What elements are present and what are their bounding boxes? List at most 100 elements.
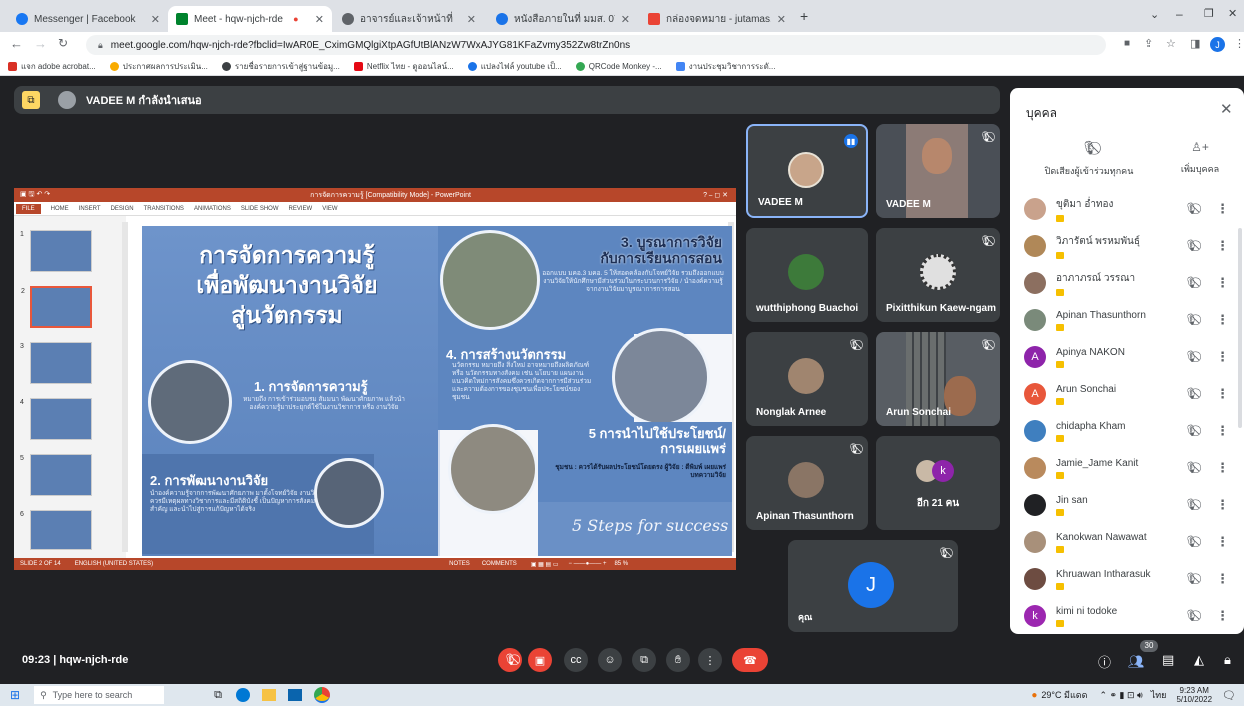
mic-off-icon[interactable]: 🎙︎⃠ <box>1184 350 1198 364</box>
slide-thumbnail[interactable]: 3 <box>20 342 92 384</box>
participant-row[interactable]: Kanokwan Nawawat 🎙︎⃠ ⋮ <box>1024 525 1234 559</box>
slide-thumbnail-selected[interactable]: 2 <box>21 286 92 328</box>
mic-off-icon[interactable]: 🎙︎⃠ <box>1184 387 1198 401</box>
participant-row[interactable]: Khruawan Intharasuk 🎙︎⃠ ⋮ <box>1024 562 1234 596</box>
close-icon[interactable]: ✕ <box>309 13 324 26</box>
close-icon[interactable]: ✕ <box>1220 100 1233 118</box>
bookmark-item[interactable]: แจก adobe acrobat... <box>8 60 96 73</box>
slide-thumbnail[interactable]: 4 <box>20 398 92 440</box>
panel-scrollbar[interactable] <box>1238 228 1242 428</box>
share-icon[interactable]: ⇪ <box>1144 37 1153 50</box>
ribbon-tab[interactable]: VIEW <box>322 206 337 212</box>
ribbon-tab[interactable]: ANIMATIONS <box>194 206 231 212</box>
tab-staff[interactable]: อาจารย์และเจ้าหน้าที่ ✕ <box>334 6 484 32</box>
bookmark-item[interactable]: งานประชุมวิชาการระดั... <box>675 60 775 73</box>
participant-row[interactable]: chidapha Kham 🎙︎⃠ ⋮ <box>1024 414 1234 448</box>
tab-messenger[interactable]: Messenger | Facebook ✕ <box>8 6 168 32</box>
close-icon[interactable]: ✕ <box>145 13 160 26</box>
bookmark-item[interactable]: แปลงไฟล์ youtube เป็... <box>467 60 562 73</box>
mic-off-icon[interactable]: 🎙︎⃠ <box>1184 535 1198 549</box>
mic-off-icon[interactable]: 🎙︎⃠ <box>1184 202 1198 216</box>
more-participants-tile[interactable]: k อีก 21 คน <box>876 436 1000 530</box>
edge-icon[interactable] <box>235 688 250 702</box>
close-icon[interactable]: ✕ <box>461 13 476 26</box>
ribbon-tab[interactable]: DESIGN <box>111 206 134 212</box>
more-options-icon[interactable]: ⋮ <box>1216 534 1229 550</box>
more-options-icon[interactable]: ⋮ <box>1216 312 1229 328</box>
url-field[interactable]: 🔒︎ meet.google.com/hqw-njch-rde?fbclid=I… <box>86 35 1106 55</box>
mic-off-icon[interactable]: 🎙︎⃠ <box>1184 239 1198 253</box>
bookmark-item[interactable]: ประกาศผลการประเมิน... <box>109 60 208 73</box>
bookmark-item[interactable]: รายชื่อรายการเข้าสู่ฐานข้อมู... <box>221 60 340 73</box>
more-options-icon[interactable]: ⋮ <box>1216 349 1229 365</box>
camera-icon[interactable]: ■ <box>1124 38 1130 49</box>
notifications-icon[interactable]: 🗨︎ <box>1222 689 1236 702</box>
thumb-scrollbar[interactable] <box>122 222 128 552</box>
more-options-icon[interactable]: ⋮ <box>1216 238 1229 254</box>
restore-icon[interactable]: ❐ <box>1204 7 1214 20</box>
participant-row[interactable]: อาภาภรณ์ วรรณา 🎙︎⃠ ⋮ <box>1024 266 1234 300</box>
participant-tile[interactable]: 🎙︎⃠ Nonglak Arnee <box>746 332 868 426</box>
participant-row[interactable]: Jin san 🎙︎⃠ ⋮ <box>1024 488 1234 522</box>
taskbar-search-box[interactable]: ⚲ Type here to search <box>34 686 165 704</box>
ribbon-tab-file[interactable]: FILE <box>16 203 41 214</box>
close-icon[interactable]: ✕ <box>615 13 630 26</box>
participant-tile[interactable]: 🎙︎⃠ Apinan Thasunthorn <box>746 436 868 530</box>
tab-mail[interactable]: กล่องจดหมาย - jutamas.chu@pcru ✕ <box>640 6 794 32</box>
close-window-icon[interactable]: ✕ <box>1228 7 1237 20</box>
language-indicator[interactable]: ไทย <box>1151 688 1167 702</box>
more-options-icon[interactable]: ⋮ <box>1216 386 1229 402</box>
reload-icon[interactable]: ↻ <box>58 36 68 50</box>
participant-tile[interactable]: wutthiphong Buachoi <box>746 228 868 322</box>
mail-app-icon[interactable] <box>287 689 302 701</box>
captions-button[interactable]: cc <box>564 648 588 672</box>
mic-off-icon[interactable]: 🎙︎⃠ <box>1184 461 1198 475</box>
participant-row[interactable]: วิภารัตน์ พรหมพันธุ์ 🎙︎⃠ ⋮ <box>1024 229 1234 263</box>
menu-icon[interactable]: ⋮ <box>1234 37 1244 50</box>
star-icon[interactable]: ☆ <box>1166 37 1176 50</box>
leave-call-button[interactable]: ☎︎ <box>732 648 768 672</box>
camera-toggle-button[interactable]: ▣ <box>528 648 552 672</box>
bookmark-item[interactable]: QRCode Monkey -... <box>575 62 662 71</box>
present-button[interactable]: ⧉ <box>632 648 656 672</box>
more-options-icon[interactable]: ⋮ <box>1216 571 1229 587</box>
new-tab-button[interactable]: + <box>800 8 808 24</box>
mic-off-icon[interactable]: 🎙︎⃠ <box>1184 572 1198 586</box>
file-explorer-icon[interactable] <box>261 689 276 701</box>
tab-document[interactable]: หนังสือภายในที่ มมส. 0733/2566 (ค.. ✕ <box>488 6 638 32</box>
mute-all-button[interactable]: 🎙︎⃠ ปิดเสียงผู้เข้าร่วมทุกคน <box>1034 140 1144 178</box>
mic-off-icon[interactable]: 🎙︎⃠ <box>1184 424 1198 438</box>
bookmark-item[interactable]: Netflix ไทย - ดูออนไลน์... <box>353 60 454 73</box>
participant-tile[interactable]: 🎙︎⃠ VADEE M <box>876 124 1000 218</box>
participant-tile[interactable]: 🎙︎⃠ Pixitthikun Kaew-ngam <box>876 228 1000 322</box>
tab-meet[interactable]: Meet - hqw-njch-rde ● ✕ <box>168 6 332 32</box>
participant-row[interactable]: Jamie_Jame Kanit 🎙︎⃠ ⋮ <box>1024 451 1234 485</box>
comments-button[interactable]: COMMENTS <box>482 561 517 567</box>
participant-tile[interactable]: ▮▮ VADEE M <box>746 124 868 218</box>
ribbon-tab[interactable]: TRANSITIONS <box>144 206 184 212</box>
weather-text[interactable]: 29°C มีแดด <box>1041 688 1087 702</box>
close-icon[interactable]: ✕ <box>771 13 786 26</box>
self-tile[interactable]: J 🎙︎⃠ คุณ <box>788 540 958 632</box>
more-options-icon[interactable]: ⋮ <box>1216 608 1229 624</box>
participant-row[interactable]: k kimi ni todoke 🎙︎⃠ ⋮ <box>1024 599 1234 633</box>
sidepanel-icon[interactable]: ◨ <box>1190 37 1200 50</box>
tab-search-icon[interactable]: ⌄ <box>1150 8 1159 21</box>
more-options-icon[interactable]: ⋮ <box>1216 423 1229 439</box>
participant-row[interactable]: ขุติมา อ่ำทอง 🎙︎⃠ ⋮ <box>1024 192 1234 226</box>
mic-off-icon[interactable]: 🎙︎⃠ <box>1184 276 1198 290</box>
more-options-button[interactable]: ⋮ <box>698 648 722 672</box>
minimize-icon[interactable]: – <box>1176 7 1183 21</box>
chat-icon[interactable]: ▤ <box>1162 652 1174 668</box>
participant-row[interactable]: A Arun Sonchai 🎙︎⃠ ⋮ <box>1024 377 1234 411</box>
notes-button[interactable]: NOTES <box>449 561 470 567</box>
ribbon-tab[interactable]: REVIEW <box>289 206 313 212</box>
forward-icon[interactable]: → <box>34 36 47 51</box>
more-options-icon[interactable]: ⋮ <box>1216 201 1229 217</box>
mic-off-icon[interactable]: 🎙︎⃠ <box>1184 498 1198 512</box>
slide-thumbnail[interactable]: 1 <box>20 230 92 272</box>
back-icon[interactable]: ← <box>10 36 23 51</box>
present-icon[interactable]: ⧉ <box>22 91 40 109</box>
activities-icon[interactable]: ◭ <box>1194 652 1204 668</box>
more-options-icon[interactable]: ⋮ <box>1216 497 1229 513</box>
